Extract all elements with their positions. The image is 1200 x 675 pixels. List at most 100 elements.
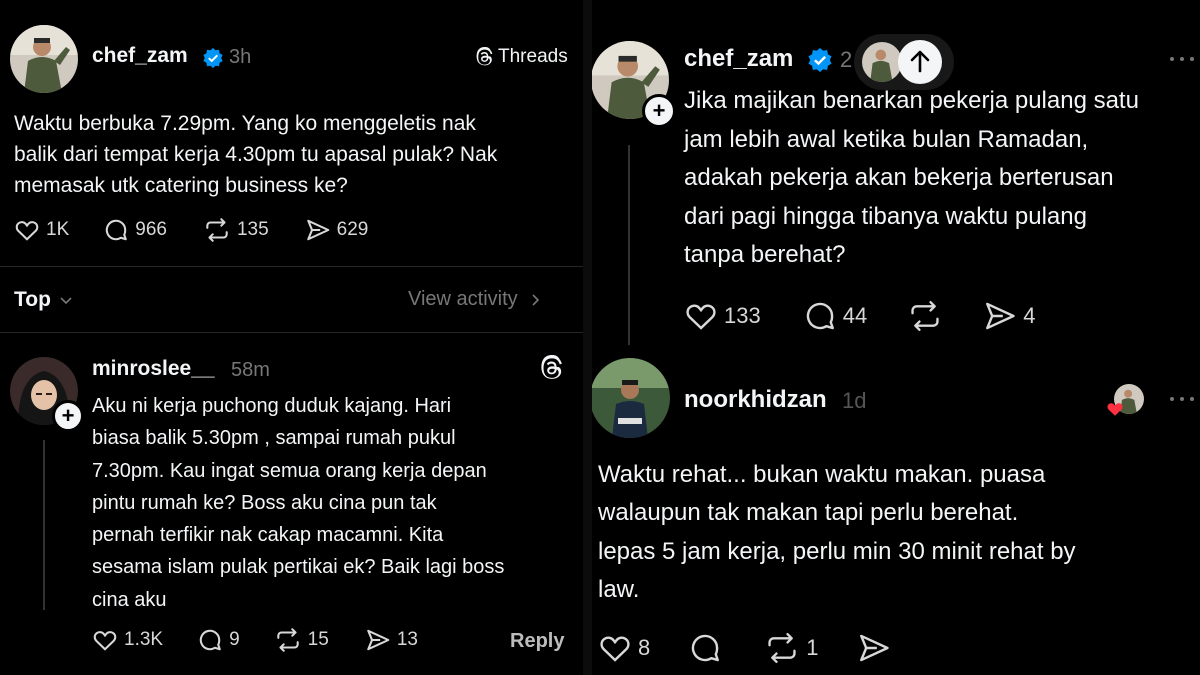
post-time: 3h [229, 46, 252, 68]
threads-brand-label: Threads [498, 46, 568, 67]
post-action-bar: 133 44 4 [684, 299, 1035, 333]
verified-badge-icon [808, 48, 832, 72]
sort-label: Top [14, 288, 51, 311]
send-icon [367, 629, 390, 651]
follow-plus-button[interactable]: + [52, 400, 84, 432]
reply-body: Waktu rehat... bukan waktu makan. puasa … [598, 456, 1076, 609]
share-button[interactable] [857, 631, 891, 665]
post-username[interactable]: chef_zam [92, 44, 188, 68]
post-username[interactable]: chef_zam [684, 45, 793, 73]
comment-icon [806, 302, 834, 330]
verified-badge-icon [203, 48, 223, 68]
reply-count: 966 [135, 219, 167, 240]
reply-time: 58m [231, 359, 270, 381]
left-thread-panel: chef_zam 3h Threads Waktu berbuka 7.29pm… [0, 0, 583, 675]
repost-count: 15 [307, 629, 329, 650]
chevron-down-icon [60, 297, 72, 305]
heart-icon [686, 304, 716, 330]
thread-line [628, 145, 630, 345]
like-count: 8 [638, 635, 651, 660]
noorkhidzan-avatar[interactable] [592, 358, 670, 438]
panel-divider [583, 0, 592, 675]
like-button[interactable]: 1K [14, 217, 69, 243]
follow-plus-button[interactable]: + [642, 94, 676, 128]
post-text-line: memasak utk catering business ke? [14, 174, 348, 197]
comment-icon [106, 219, 128, 241]
post-body: Waktu berbuka 7.29pm. Yang ko menggeleti… [14, 108, 497, 201]
like-button[interactable]: 133 [684, 299, 761, 333]
reply-button[interactable] [688, 631, 722, 665]
repost-icon [911, 300, 939, 332]
share-button[interactable]: 629 [305, 217, 369, 243]
reply-action-bar: 1.3K 9 15 13 [92, 627, 418, 653]
reply-body: Aku ni kerja puchong duduk kajang. Hari … [92, 390, 504, 616]
share-button[interactable]: 13 [365, 627, 418, 653]
liked-heart-icon [1107, 403, 1123, 416]
repost-button[interactable]: 1 [764, 631, 819, 665]
heart-icon [600, 636, 630, 662]
reply-text-line: Waktu rehat... bukan waktu makan. puasa [598, 461, 1046, 488]
post-action-bar: 1K 966 135 629 [14, 217, 368, 243]
repost-count: 1 [806, 635, 819, 660]
thread-line [43, 440, 45, 610]
like-button[interactable]: 1.3K [92, 627, 163, 653]
post-text-line: tanpa berehat? [684, 241, 846, 268]
reply-username[interactable]: noorkhidzan [684, 386, 827, 414]
repost-icon [768, 632, 796, 664]
send-icon [986, 302, 1015, 330]
arrow-up-icon [910, 50, 930, 73]
repost-button[interactable]: 15 [274, 627, 329, 653]
reply-time: 1d [842, 388, 867, 413]
reply-text-line: pernah terfikir nak cakap macamni. Kita [92, 524, 444, 547]
heart-icon [15, 221, 39, 241]
threads-brand[interactable]: Threads [474, 46, 568, 68]
more-options-icon[interactable] [1168, 54, 1196, 64]
reply-action-bar: 8 1 [598, 631, 891, 665]
reply-text-line: lepas 5 jam kerja, perlu min 30 minit re… [598, 537, 1076, 565]
reply-link[interactable]: Reply [510, 630, 564, 653]
post-text-line: dari pagi hingga tibanya waktu pulang [684, 202, 1087, 230]
repost-count: 135 [236, 219, 269, 240]
post-time: 2 [840, 47, 853, 72]
reply-username[interactable]: minroslee__ [92, 357, 215, 381]
comment-icon [199, 629, 221, 651]
sort-dropdown[interactable]: Top [14, 288, 75, 312]
reply-button[interactable]: 9 [197, 627, 240, 653]
send-icon [306, 219, 329, 241]
share-button[interactable]: 4 [983, 299, 1035, 333]
reply-text-line: law. [598, 575, 640, 603]
like-count: 1.3K [124, 629, 164, 650]
mini-avatar [862, 42, 902, 82]
repost-icon [206, 218, 228, 242]
reply-count: 44 [842, 303, 868, 328]
repost-button[interactable]: 135 [203, 217, 269, 243]
share-count: 4 [1023, 303, 1036, 328]
repost-button[interactable] [907, 299, 943, 333]
post-text-line: Jika majikan benarkan pekerja pulang sat… [684, 87, 1139, 114]
share-count: 629 [336, 219, 369, 240]
post-text-line: balik dari tempat kerja 4.30pm tu apasal… [14, 143, 498, 166]
view-activity-link[interactable]: View activity [408, 288, 544, 311]
liked-by-author [1106, 382, 1146, 422]
arrow-up-button[interactable] [898, 40, 942, 84]
threads-logo-icon[interactable] [538, 355, 564, 381]
post-text-line: jam lebih awal ketika bulan Ramadan, [684, 125, 1089, 153]
more-options-icon[interactable] [1168, 394, 1196, 404]
share-count: 13 [396, 629, 418, 650]
threads-logo-icon [476, 47, 493, 66]
reply-button[interactable]: 44 [803, 299, 867, 333]
right-thread-panel: + chef_zam 2 Jika majikan benarkan peker… [592, 0, 1200, 675]
reply-text-line: 7.30pm. Kau ingat semua orang kerja depa… [92, 459, 487, 482]
reply-text-line: walaupun tak makan tapi perlu berehat. [598, 499, 1019, 527]
repost-icon [276, 628, 299, 652]
reply-text-line: sesama islam pulak pertikai ek? Baik lag… [92, 556, 505, 579]
like-count: 133 [724, 303, 761, 328]
chef-zam-avatar[interactable] [10, 25, 78, 93]
chevron-right-icon [532, 293, 539, 306]
like-button[interactable]: 8 [598, 631, 650, 665]
reply-text-line: Aku ni kerja puchong duduk kajang. Hari [92, 395, 452, 417]
reply-text-line: pintu rumah ke? Boss aku cina pun tak [92, 491, 437, 514]
post-body: Jika majikan benarkan pekerja pulang sat… [684, 82, 1139, 275]
reply-button[interactable]: 966 [103, 217, 167, 243]
send-icon [859, 634, 889, 662]
